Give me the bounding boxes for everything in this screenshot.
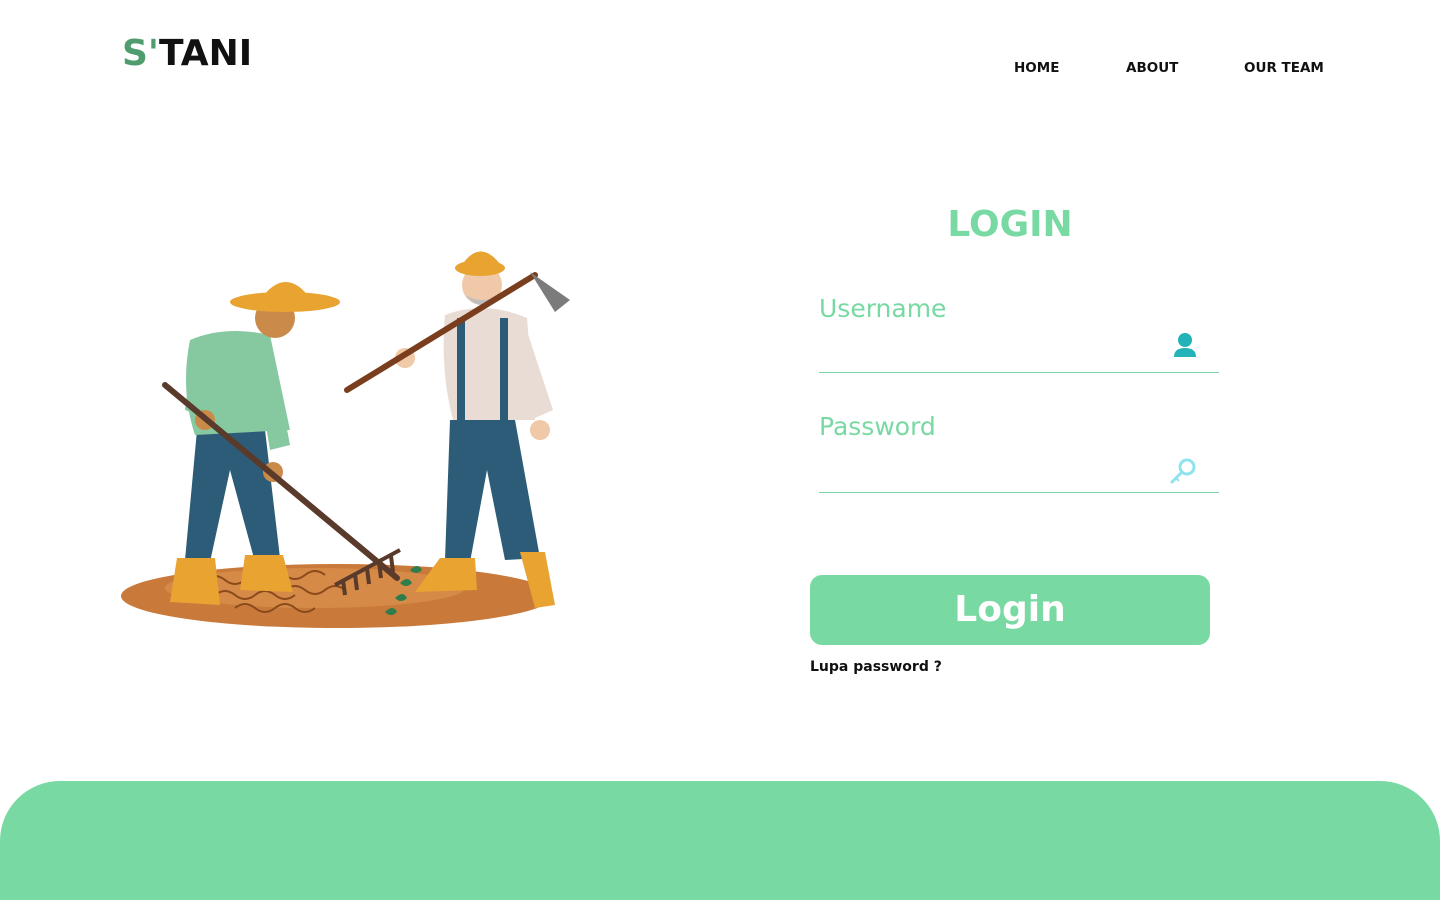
footer-band [0, 781, 1440, 900]
password-underline [819, 492, 1219, 493]
user-icon [1174, 333, 1196, 357]
login-button[interactable]: Login [810, 575, 1210, 645]
forgot-password-link[interactable]: Lupa password ? [810, 659, 942, 675]
username-label: Username [819, 294, 947, 323]
main-nav: HOME ABOUT OUR TEAM [0, 60, 1440, 80]
password-label: Password [819, 412, 936, 441]
farmers-illustration [121, 251, 570, 628]
key-icon [1170, 458, 1196, 484]
nav-home[interactable]: HOME [1014, 60, 1059, 76]
password-input[interactable] [819, 451, 1164, 485]
nav-our-team[interactable]: OUR TEAM [1244, 60, 1324, 76]
nav-about[interactable]: ABOUT [1126, 60, 1178, 76]
username-input[interactable] [819, 331, 1164, 365]
farmer-young [162, 281, 401, 605]
username-underline [819, 372, 1219, 373]
farmer-old [344, 251, 570, 608]
login-title: LOGIN [947, 204, 1073, 245]
